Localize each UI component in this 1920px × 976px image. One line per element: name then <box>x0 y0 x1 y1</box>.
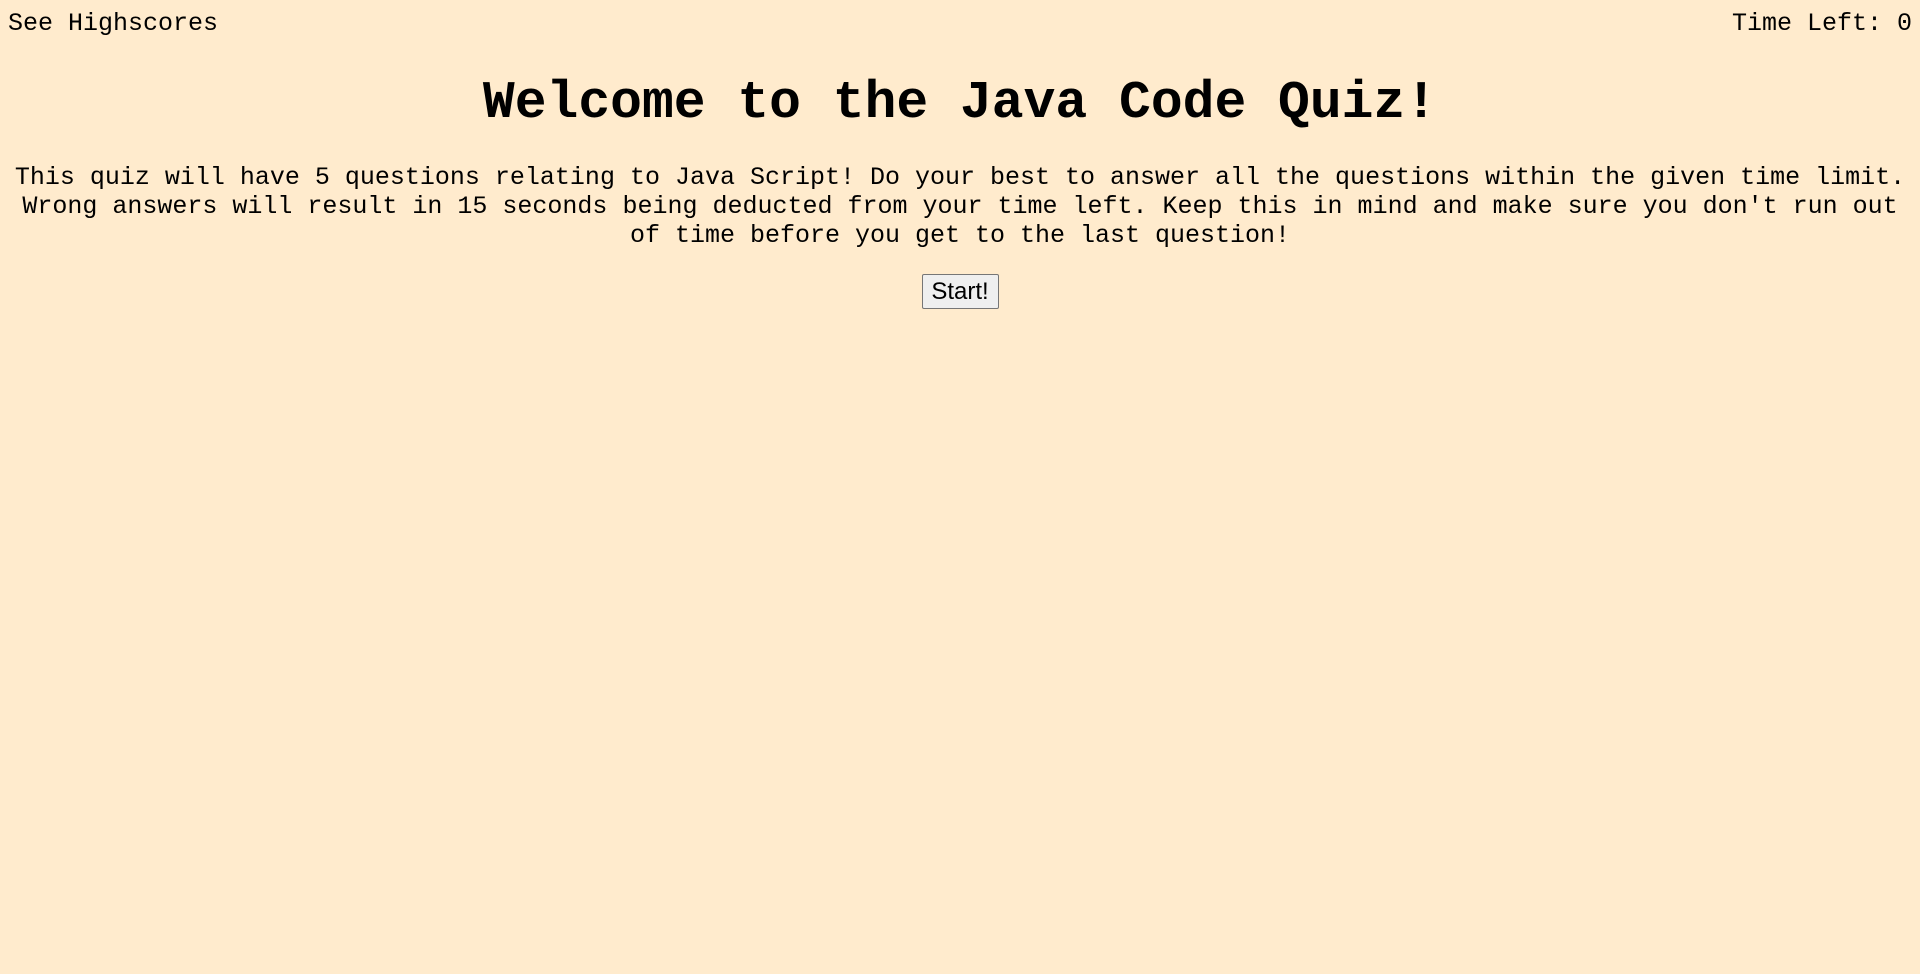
see-highscores-link[interactable]: See Highscores <box>8 9 218 39</box>
time-left-label: Time Left: <box>1731 9 1897 38</box>
start-button-container: Start! <box>0 274 1920 309</box>
quiz-intro-text: This quiz will have 5 questions relating… <box>14 163 1906 250</box>
page: See Highscores Time Left: 0 Welcome to t… <box>0 0 1920 976</box>
time-left-value: 0 <box>1896 9 1912 38</box>
top-bar: See Highscores Time Left: 0 <box>0 0 1920 48</box>
page-title: Welcome to the Java Code Quiz! <box>482 73 1438 133</box>
start-button[interactable]: Start! <box>921 274 999 309</box>
time-left-display: Time Left: 0 <box>1732 9 1912 39</box>
